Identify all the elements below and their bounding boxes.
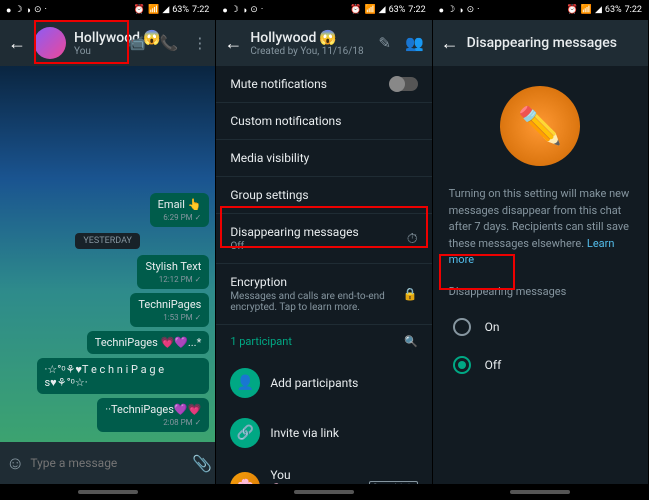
message[interactable]: TechniPages1:53 PM ✓ — [130, 293, 209, 327]
settings-list: Mute notifications Custom notifications … — [216, 66, 431, 484]
nav-bar — [0, 484, 215, 500]
mute-setting[interactable]: Mute notifications — [216, 66, 431, 103]
day-divider: YESTERDAY — [75, 233, 140, 249]
message[interactable]: Stylish Text12:12 PM ✓ — [137, 255, 209, 289]
status-bar: ●☽◑⊙· ⏰📶◢63%7:22 — [216, 0, 431, 20]
video-call-icon[interactable]: 📹 — [127, 34, 146, 52]
custom-notif-setting[interactable]: Custom notifications — [216, 103, 431, 140]
page-title: Disappearing messages — [467, 35, 617, 51]
header-title-area: Hollywood😱 Created by You, 11/16/18 — [250, 30, 370, 57]
info-header: ← Hollywood😱 Created by You, 11/16/18 ✎ … — [216, 20, 431, 66]
radio-on[interactable]: On — [449, 308, 632, 346]
highlight-box — [220, 206, 428, 248]
pencil-icon: ✏️ — [500, 86, 580, 166]
disappearing-screen: ●☽◑⊙· ⏰📶◢63%7:22 ← Disappearing messages… — [433, 0, 648, 500]
back-icon[interactable]: ← — [8, 33, 26, 54]
lock-icon: 🔒 — [403, 287, 418, 301]
more-icon[interactable]: ⋮ — [192, 34, 207, 52]
toggle-icon[interactable] — [390, 77, 418, 91]
message[interactable]: ··TechniPages💜💗2:08 PM ✓ — [97, 398, 209, 432]
edit-icon[interactable]: ✎ — [378, 34, 391, 52]
voice-call-icon[interactable]: 📞 — [160, 34, 179, 52]
highlight-box — [439, 254, 515, 290]
back-icon[interactable]: ← — [224, 33, 242, 54]
status-bar: ●☽◑⊙· ⏰📶◢63%7:22 — [0, 0, 215, 20]
add-participants[interactable]: 👤 Add participants — [216, 358, 431, 408]
emoji-icon[interactable]: ☺ — [6, 453, 24, 474]
radio-icon — [453, 356, 471, 374]
nav-bar — [433, 484, 648, 500]
encryption-setting[interactable]: EncryptionMessages and calls are end-to-… — [216, 264, 431, 325]
nav-bar — [216, 484, 431, 500]
participant-you[interactable]: 🌸 You🌸 No todo es lo que parece. 🌸 Group… — [216, 458, 431, 484]
link-icon: 🔗 — [230, 418, 260, 448]
message[interactable]: TechniPages 💗💜...* — [87, 331, 210, 354]
radio-icon — [453, 318, 471, 336]
radio-off[interactable]: Off — [449, 346, 632, 384]
add-person-icon[interactable]: 👥 — [405, 34, 424, 52]
search-icon[interactable]: 🔍 — [404, 335, 418, 348]
attach-icon[interactable]: 📎 — [192, 454, 212, 473]
invite-link[interactable]: 🔗 Invite via link — [216, 408, 431, 458]
message-input[interactable] — [30, 456, 186, 470]
chat-screen: ●☽◑⊙· ⏰📶◢63%7:22 ← Hollywood😱 You 📹 📞 ⋮ … — [0, 0, 215, 500]
back-icon[interactable]: ← — [441, 33, 459, 54]
participants-header: 1 participant 🔍 — [216, 325, 431, 358]
group-info-screen: ●☽◑⊙· ⏰📶◢63%7:22 ← Hollywood😱 Created by… — [216, 0, 431, 500]
message[interactable]: ·☆°ᵒ⚘♥T e c h n i P a g e s♥⚘°ᵒ☆· — [37, 358, 210, 394]
user-avatar: 🌸 — [230, 472, 260, 484]
add-icon: 👤 — [230, 368, 260, 398]
input-bar: ☺ 📎 📷 🎤 — [0, 442, 215, 484]
highlight-box — [34, 20, 129, 64]
chat-area: Email 👆6:29 PM ✓ YESTERDAY Stylish Text1… — [0, 66, 215, 442]
disap-header: ← Disappearing messages — [433, 20, 648, 66]
status-bar: ●☽◑⊙· ⏰📶◢63%7:22 — [433, 0, 648, 20]
media-visibility-setting[interactable]: Media visibility — [216, 140, 431, 177]
message[interactable]: Email 👆6:29 PM ✓ — [150, 193, 210, 227]
